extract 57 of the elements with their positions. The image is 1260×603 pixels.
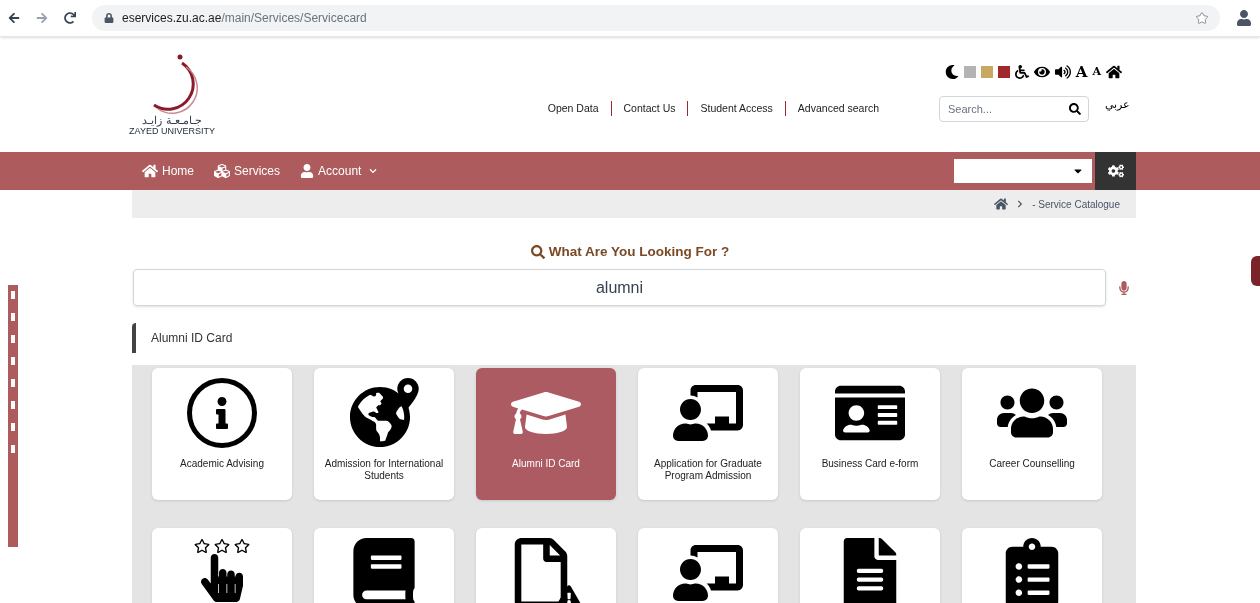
header-link[interactable]: Open Data [535,100,611,117]
globe-pin-icon [349,378,419,449]
address-bar[interactable]: eservices.zu.ac.ae/main/Services/Servicecard [92,5,1220,31]
service-card[interactable]: Business Card e-form [800,368,940,501]
cubes-icon [214,163,230,179]
color-swatch[interactable] [963,66,976,79]
settings-button[interactable] [1095,152,1136,190]
service-title: Admission for International Students [323,458,445,483]
color-swatch[interactable] [997,66,1010,79]
color-swatch[interactable] [980,66,993,79]
home-icon[interactable] [1106,64,1122,81]
header-link[interactable]: Contact Us [610,100,688,117]
nav-link[interactable]: Account [300,162,378,180]
url-host: eservices.zu.ac.ae [122,10,222,27]
settings-icon [1107,163,1124,179]
service-search-field[interactable]: alumni [133,269,1106,307]
lock-icon [104,13,114,23]
header-link[interactable]: Advanced search [784,100,891,117]
user-icon [300,164,315,178]
site-search-field[interactable]: Search... [939,95,1089,122]
microphone-icon[interactable] [1117,280,1131,295]
reload-icon[interactable] [64,12,76,24]
logo-text: ZAYED UNIVERSITY [129,126,215,138]
logo-arabic-text: جـامـعـة زايـد [142,115,202,126]
home-icon[interactable] [994,197,1009,211]
service-card[interactable]: Admission for International Students [314,368,454,501]
forward-icon[interactable] [36,12,48,24]
side-tab[interactable] [1251,256,1260,286]
url-path: /main/Services/Servicecard [221,10,367,27]
search-icon[interactable] [1069,102,1081,115]
service-card[interactable]: Academic Advising [152,368,292,501]
search-icon [530,245,545,260]
service-title: Academic Advising [179,458,265,471]
font-decrease-button[interactable]: A [1092,64,1101,81]
language-link[interactable]: عربي [1105,96,1130,113]
wheelchair-icon[interactable] [1014,65,1029,80]
breadcrumb-current: - Service Catalogue [1032,197,1120,212]
service-title: Alumni ID Card [511,458,581,471]
nav-link[interactable]: Home [142,162,194,180]
home-icon [142,163,158,179]
font-increase-button[interactable]: A [1075,61,1088,84]
speaker-icon[interactable] [1054,64,1071,81]
service-title: Application for Graduate Program Admission [653,458,763,483]
chevron-right-icon [1016,200,1025,208]
profile-icon[interactable] [1236,10,1252,26]
moon-icon[interactable] [944,65,959,80]
section-heading: What Are You Looking For ? [548,243,730,261]
service-title: Business Card e-form [820,458,920,471]
bookmark-star-icon[interactable] [1196,12,1208,24]
service-card[interactable]: Career Counselling [962,368,1102,501]
nav-link[interactable]: Services [214,162,281,180]
header-link[interactable]: Student Access [687,100,785,117]
back-icon[interactable] [8,12,20,24]
service-card[interactable]: Application for Graduate Program Admission [638,368,778,501]
chevron-down-icon [369,167,378,175]
service-title: Career Counselling [988,458,1076,471]
service-card[interactable]: Alumni ID Card [476,368,616,501]
